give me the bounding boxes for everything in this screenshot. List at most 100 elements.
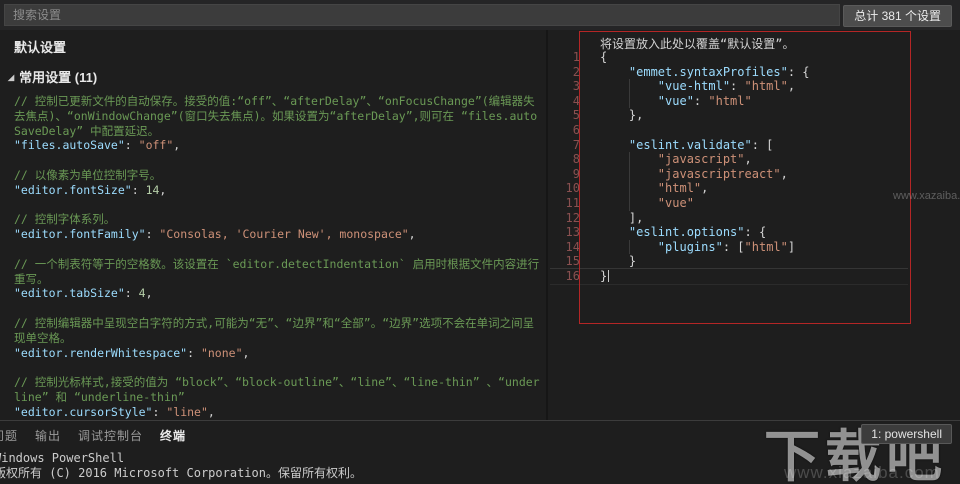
line-number: 16 bbox=[550, 269, 580, 284]
default-settings-line: "editor.fontSize": 14, bbox=[14, 183, 540, 198]
line-number: 4 bbox=[550, 94, 580, 109]
twistie-expanded-icon: ◢ bbox=[8, 73, 14, 82]
code-token bbox=[600, 65, 629, 79]
pane-splitter[interactable] bbox=[546, 30, 548, 420]
line-number: 2 bbox=[550, 65, 580, 80]
code-content: { bbox=[580, 50, 607, 65]
code-token: , bbox=[745, 152, 752, 166]
line-number: 9 bbox=[550, 167, 580, 182]
default-settings-line: // 控制编辑器中呈现空白字符的方式,可能为“无”、“边界”和“全部”。“边界”… bbox=[14, 316, 540, 346]
settings-search-bar: 总计 381 个设置 bbox=[0, 0, 960, 30]
terminal-selector-dropdown[interactable]: 1: powershell bbox=[861, 424, 952, 444]
code-content: "emmet.syntaxProfiles": { bbox=[580, 65, 810, 80]
default-settings-line: "editor.fontFamily": "Consolas, 'Courier… bbox=[14, 227, 540, 242]
code-token: // 以像素为单位控制字号。 bbox=[14, 168, 161, 182]
default-settings-pane: 默认设置 ◢常用设置 (11) // 控制已更新文件的自动保存。接受的值:“of… bbox=[0, 30, 546, 420]
user-settings-line[interactable]: 11 "vue" bbox=[550, 196, 908, 211]
user-settings-line[interactable]: 3 "vue-html": "html", bbox=[550, 79, 908, 94]
user-settings-line[interactable]: 7 "eslint.validate": [ bbox=[550, 138, 908, 153]
user-settings-line[interactable]: 9 "javascriptreact", bbox=[550, 167, 908, 182]
code-token bbox=[600, 181, 658, 195]
user-settings-code: 1{2 "emmet.syntaxProfiles": {3 "vue-html… bbox=[550, 50, 908, 285]
code-token bbox=[600, 79, 658, 93]
line-number: 12 bbox=[550, 211, 580, 226]
user-settings-line[interactable]: 10 "html", bbox=[550, 181, 908, 196]
code-token: "editor.fontFamily" bbox=[14, 227, 146, 241]
code-token bbox=[600, 138, 629, 152]
code-token: : { bbox=[788, 65, 810, 79]
default-settings-line bbox=[14, 301, 540, 316]
line-number: 14 bbox=[550, 240, 580, 255]
code-token: "vue" bbox=[658, 196, 694, 210]
code-token: "html" bbox=[658, 181, 701, 195]
section-commonly-used[interactable]: ◢ 常用设置 (11) bbox=[8, 67, 97, 86]
code-token: "eslint.options" bbox=[629, 225, 745, 239]
user-settings-line[interactable]: 16} bbox=[550, 268, 908, 285]
code-content: "eslint.options": { bbox=[580, 225, 766, 240]
code-token: "line" bbox=[166, 405, 208, 419]
user-settings-pane[interactable]: 将设置放入此处以覆盖“默认设置”。 1{2 "emmet.syntaxProfi… bbox=[550, 30, 960, 420]
panel-tab[interactable]: 终端 bbox=[160, 427, 186, 444]
code-token: : [ bbox=[723, 240, 745, 254]
code-token: "html" bbox=[708, 94, 751, 108]
code-content: "plugins": ["html"] bbox=[580, 240, 795, 255]
code-token: : bbox=[694, 94, 708, 108]
code-content: ], bbox=[580, 211, 643, 226]
code-token: "html" bbox=[745, 240, 788, 254]
code-token: : bbox=[152, 405, 166, 419]
user-settings-line[interactable]: 15 } bbox=[550, 254, 908, 269]
default-settings-line: // 一个制表符等于的空格数。该设置在 `editor.detectIndent… bbox=[14, 257, 540, 287]
default-settings-line: // 控制字体系列。 bbox=[14, 212, 540, 227]
code-token bbox=[600, 240, 658, 254]
code-token: , bbox=[173, 138, 180, 152]
line-number: 11 bbox=[550, 196, 580, 211]
code-token: // 控制光标样式,接受的值为 “block”、“block-outline”、… bbox=[14, 375, 540, 404]
code-token: ], bbox=[600, 211, 643, 225]
panel-tabs: 问题输出调试控制台终端 bbox=[0, 427, 186, 444]
panel-tab[interactable]: 问题 bbox=[0, 427, 18, 444]
code-token: "off" bbox=[139, 138, 174, 152]
code-token: , bbox=[159, 183, 166, 197]
code-token: ] bbox=[788, 240, 795, 254]
default-settings-line bbox=[14, 242, 540, 257]
panel-tab[interactable]: 输出 bbox=[35, 427, 61, 444]
code-content: "vue": "html" bbox=[580, 94, 752, 109]
code-token: "plugins" bbox=[658, 240, 723, 254]
code-token: 4 bbox=[139, 286, 146, 300]
code-token: "javascriptreact" bbox=[658, 167, 781, 181]
user-settings-line[interactable]: 5 }, bbox=[550, 108, 908, 123]
code-token: // 控制字体系列。 bbox=[14, 212, 115, 226]
line-number: 13 bbox=[550, 225, 580, 240]
code-token: , bbox=[146, 286, 153, 300]
search-input[interactable] bbox=[4, 4, 840, 26]
section-label: 常用设置 (11) bbox=[19, 70, 97, 85]
user-settings-line[interactable]: 14 "plugins": ["html"] bbox=[550, 240, 908, 255]
user-settings-line[interactable]: 12 ], bbox=[550, 211, 908, 226]
user-settings-line[interactable]: 1{ bbox=[550, 50, 908, 65]
code-token: , bbox=[409, 227, 416, 241]
panel-tab[interactable]: 调试控制台 bbox=[78, 427, 143, 444]
code-content: "javascriptreact", bbox=[580, 167, 788, 182]
code-token bbox=[600, 196, 658, 210]
text-cursor bbox=[608, 270, 609, 282]
user-settings-line[interactable]: 2 "emmet.syntaxProfiles": { bbox=[550, 65, 908, 80]
terminal-line: Windows PowerShell bbox=[0, 451, 362, 466]
default-settings-line: // 控制光标样式,接受的值为 “block”、“block-outline”、… bbox=[14, 375, 540, 405]
user-settings-line[interactable]: 6 bbox=[550, 123, 908, 138]
default-settings-code: // 控制已更新文件的自动保存。接受的值:“off”、“afterDelay”、… bbox=[14, 94, 540, 420]
code-token: "Consolas, 'Courier New', monospace" bbox=[159, 227, 408, 241]
default-settings-line: // 以像素为单位控制字号。 bbox=[14, 168, 540, 183]
user-settings-line[interactable]: 13 "eslint.options": { bbox=[550, 225, 908, 240]
code-content: } bbox=[580, 269, 609, 284]
code-token: } bbox=[600, 254, 636, 268]
default-settings-line: "editor.tabSize": 4, bbox=[14, 286, 540, 301]
default-settings-line bbox=[14, 360, 540, 375]
line-number: 1 bbox=[550, 50, 580, 65]
user-settings-line[interactable]: 8 "javascript", bbox=[550, 152, 908, 167]
code-token: , bbox=[243, 346, 250, 360]
code-token: } bbox=[600, 269, 607, 283]
terminal-output[interactable]: Windows PowerShell版权所有 (C) 2016 Microsof… bbox=[0, 451, 362, 481]
user-settings-line[interactable]: 4 "vue": "html" bbox=[550, 94, 908, 109]
code-token: "javascript" bbox=[658, 152, 745, 166]
code-content: "javascript", bbox=[580, 152, 752, 167]
